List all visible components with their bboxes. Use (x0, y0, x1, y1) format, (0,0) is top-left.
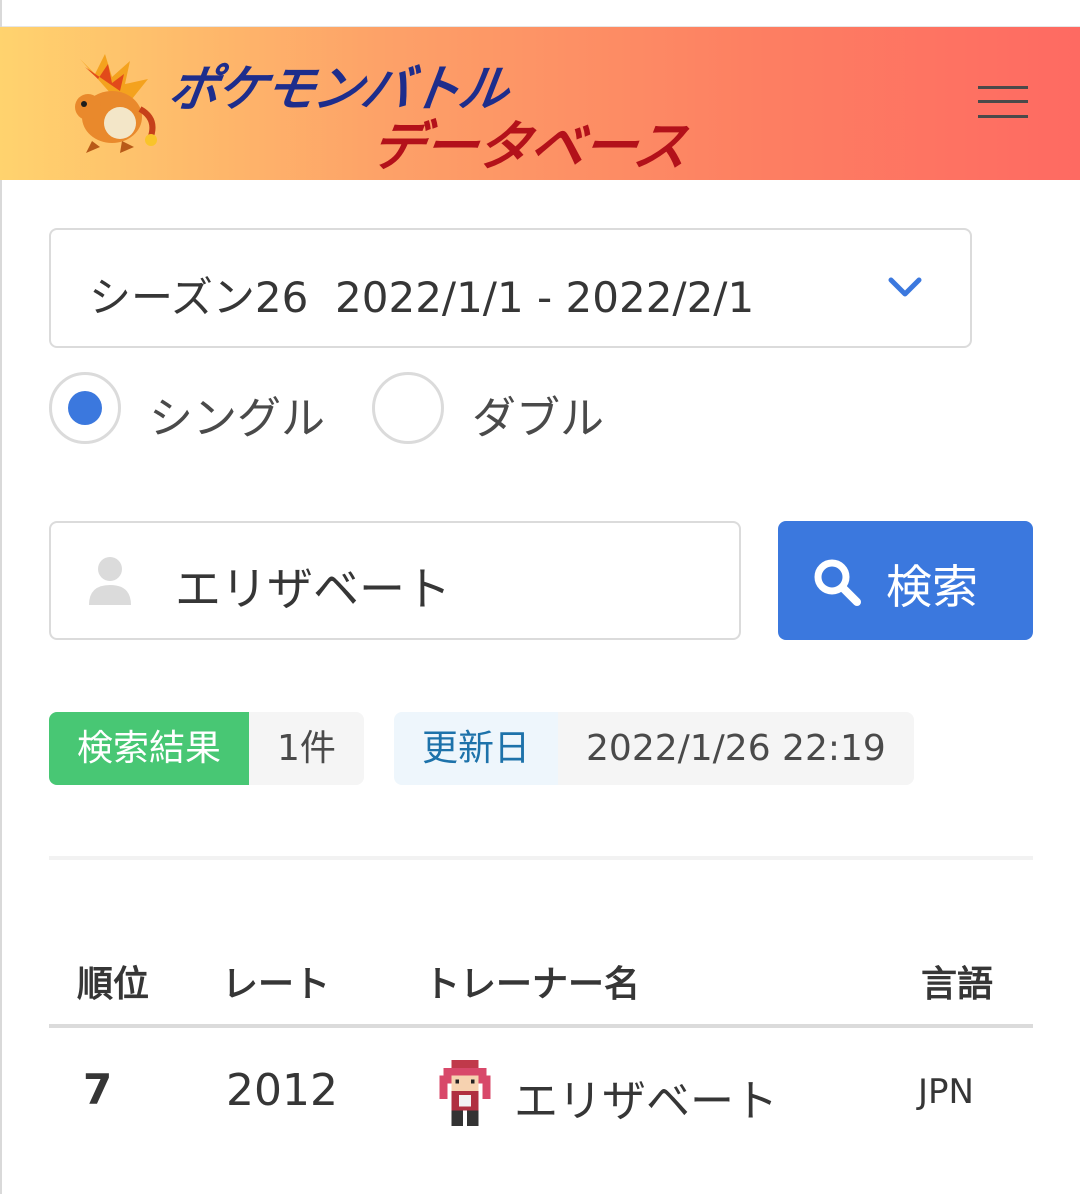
row-trainer-name[interactable]: エリザベート (514, 1065, 778, 1129)
top-strip (0, 0, 1080, 27)
updated-value: 2022/1/26 22:19 (558, 712, 914, 785)
logo-title-line2: データベース (366, 115, 692, 178)
chevron-down-icon (888, 277, 922, 297)
section-divider (49, 856, 1033, 860)
radio-single-circle[interactable] (49, 372, 121, 444)
results-label: 検索結果 (49, 712, 250, 785)
header-language: 言語 (921, 964, 994, 1005)
trainer-search-input[interactable]: エリザベート (175, 553, 451, 619)
updated-label: 更新日 (394, 712, 559, 785)
header-trainer-name: トレーナー名 (424, 964, 641, 1005)
radio-selected-dot (68, 391, 102, 425)
table-header-line (49, 1024, 1033, 1028)
radio-double-label: ダブル (472, 393, 604, 444)
search-button[interactable]: 検索 (778, 521, 1033, 640)
navbar: ポケモンバトル データベース (0, 27, 1080, 180)
search-button-label: 検索 (886, 560, 978, 614)
header-rate: レート (222, 964, 331, 1005)
row-rate: 2012 (226, 1065, 338, 1116)
trainer-sprite-icon (439, 1060, 491, 1127)
trainer-search-field[interactable]: エリザベート (49, 521, 741, 640)
results-count-tag: 検索結果 1件 (49, 712, 364, 785)
row-language: JPN (918, 1072, 974, 1112)
season-select-value: シーズン26 2022/1/1 - 2022/2/1 (89, 273, 755, 322)
user-icon (89, 557, 131, 605)
radio-double[interactable]: ダブル (372, 372, 632, 446)
updated-date-tag: 更新日 2022/1/26 22:19 (394, 712, 914, 785)
radio-double-circle[interactable] (372, 372, 444, 444)
season-select[interactable]: シーズン26 2022/1/1 - 2022/2/1 (49, 228, 972, 348)
home-logo-link[interactable]: ポケモンバトル データベース (0, 27, 700, 180)
header-rank: 順位 (77, 964, 150, 1005)
hamburger-menu-icon[interactable] (978, 84, 1028, 120)
search-icon (814, 559, 861, 606)
results-count: 1件 (249, 712, 364, 785)
row-rank: 7 (83, 1065, 113, 1114)
radio-single[interactable]: シングル (49, 372, 349, 446)
radio-single-label: シングル (149, 393, 325, 444)
charizard-mascot-icon (75, 54, 157, 153)
